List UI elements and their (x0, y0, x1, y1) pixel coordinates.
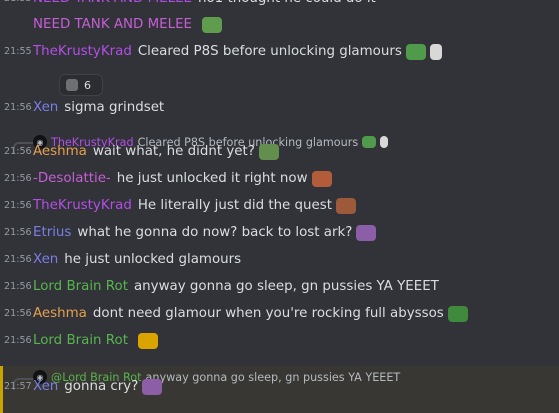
face-emoji-icon (311, 171, 332, 187)
author-name[interactable]: TheKrustyKrad (33, 197, 132, 215)
timestamp: 21:56 (4, 254, 32, 265)
face-emoji-icon (336, 198, 357, 214)
sparkle-icon (380, 136, 389, 148)
message-text: anyway gonna go sleep, gn pussies YA YEE… (133, 279, 439, 294)
timestamp: 21:56 (4, 102, 32, 113)
timestamp: 21:56 (4, 335, 32, 346)
timestamp: 21:55 (4, 46, 32, 57)
timestamp: 21:56 (4, 308, 32, 319)
reaction-pill[interactable]: 6 (59, 74, 103, 96)
author-name[interactable]: Xen (33, 99, 58, 117)
message-text: He literally just did the quest (137, 198, 333, 213)
sparkle-icon (429, 44, 442, 60)
timestamp: 21:57 (4, 381, 32, 392)
author-name[interactable]: NEED TANK AND MELEE (33, 16, 192, 34)
message-text: he just unlocked it right now (116, 171, 308, 186)
timestamp: 21:55 (4, 0, 32, 8)
timestamp: 21:56 (4, 200, 32, 211)
message-text: he just unlocked glamours (64, 252, 242, 267)
author-name[interactable]: Aeshma (33, 305, 87, 323)
author-name[interactable]: Lord Brain Rot (33, 332, 128, 350)
message-text: what he gonna do now? back to lost ark? (77, 225, 353, 240)
author-name[interactable]: NEED TANK AND MELEE (33, 0, 192, 8)
pepe-emoji-icon (202, 17, 222, 33)
author-name[interactable]: -Desolattie- (33, 170, 111, 188)
author-name[interactable]: Xen (33, 378, 58, 396)
author-name[interactable]: Lord Brain Rot (33, 278, 128, 296)
message-text: gonna cry? (64, 379, 139, 394)
reply-text: anyway gonna go sleep, gn pussies YA YEE… (145, 370, 401, 384)
pepe-emoji-icon (258, 144, 279, 160)
pepe-emoji-icon (362, 136, 377, 148)
author-name[interactable]: Xen (33, 251, 58, 269)
author-name[interactable]: TheKrustyKrad (33, 43, 132, 61)
planet-emoji-icon (137, 333, 158, 349)
message-text: no1 thought he could do it (198, 0, 376, 8)
cat-emoji-icon (142, 379, 163, 395)
reaction-emoji-icon (66, 79, 78, 91)
message-text: sigma grindset (64, 100, 165, 115)
cat-emoji-icon (356, 225, 377, 241)
timestamp: 21:56 (4, 173, 32, 184)
pepe-emoji-icon (447, 306, 468, 322)
timestamp: 21:56 (4, 227, 32, 238)
timestamp: 21:56 (4, 146, 32, 157)
reaction-count: 6 (84, 78, 91, 92)
timestamp: 21:56 (4, 281, 32, 292)
pepe-emoji-icon (405, 44, 426, 60)
author-name[interactable]: Aeshma (33, 143, 87, 161)
message-text: wait what, he didnt yet? (92, 144, 255, 159)
author-name[interactable]: Etrius (33, 224, 71, 242)
message-text: dont need glamour when you're rocking fu… (92, 306, 444, 321)
message-text: Cleared P8S before unlocking glamours (137, 44, 402, 59)
